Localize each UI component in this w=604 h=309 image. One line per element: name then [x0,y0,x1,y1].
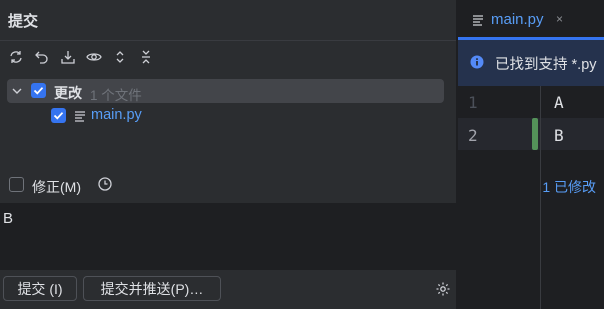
changes-group-label: 更改 [54,85,82,101]
expand-all-icon[interactable] [110,47,130,67]
changes-group-count: 1 个文件 [90,88,142,103]
line-number: 2 [468,126,478,145]
commit-toolbar [6,46,156,68]
refresh-icon[interactable] [6,47,26,67]
text-file-icon [473,15,483,26]
banner-text: 已找到支持 *.py [495,57,597,73]
eye-icon[interactable] [84,47,104,67]
chevron-down-icon[interactable] [10,84,24,98]
rollback-icon[interactable] [32,47,52,67]
amend-checkbox[interactable] [9,177,24,192]
code-line[interactable]: A [554,93,564,112]
file-checkbox[interactable] [51,108,66,123]
commit-message-input[interactable] [0,203,456,270]
gear-icon[interactable] [435,281,451,297]
commit-and-push-button[interactable]: 提交并推送(P)… [83,276,221,301]
header-separator [0,40,456,41]
shelve-icon[interactable] [58,47,78,67]
clock-icon[interactable] [97,176,113,192]
file-item-main-py[interactable]: main.py [91,107,142,123]
text-file-icon [75,111,85,122]
close-icon[interactable]: × [556,12,563,26]
collapse-all-icon[interactable] [136,47,156,67]
commit-button[interactable]: 提交 (I) [3,276,77,301]
change-marker[interactable] [532,118,538,150]
current-line-highlight [458,118,604,150]
gutter-separator [540,86,541,309]
tab-label[interactable]: main.py [491,11,544,28]
modified-count-link[interactable]: 1 已修改 [542,177,596,197]
commit-message-text: B [3,210,14,227]
amend-label[interactable]: 修正(M) [32,177,81,197]
changes-group-checkbox[interactable] [31,83,46,98]
code-line[interactable]: B [554,126,564,145]
info-icon [470,55,484,69]
panel-title: 提交 [8,13,39,30]
line-number: 1 [468,93,478,112]
